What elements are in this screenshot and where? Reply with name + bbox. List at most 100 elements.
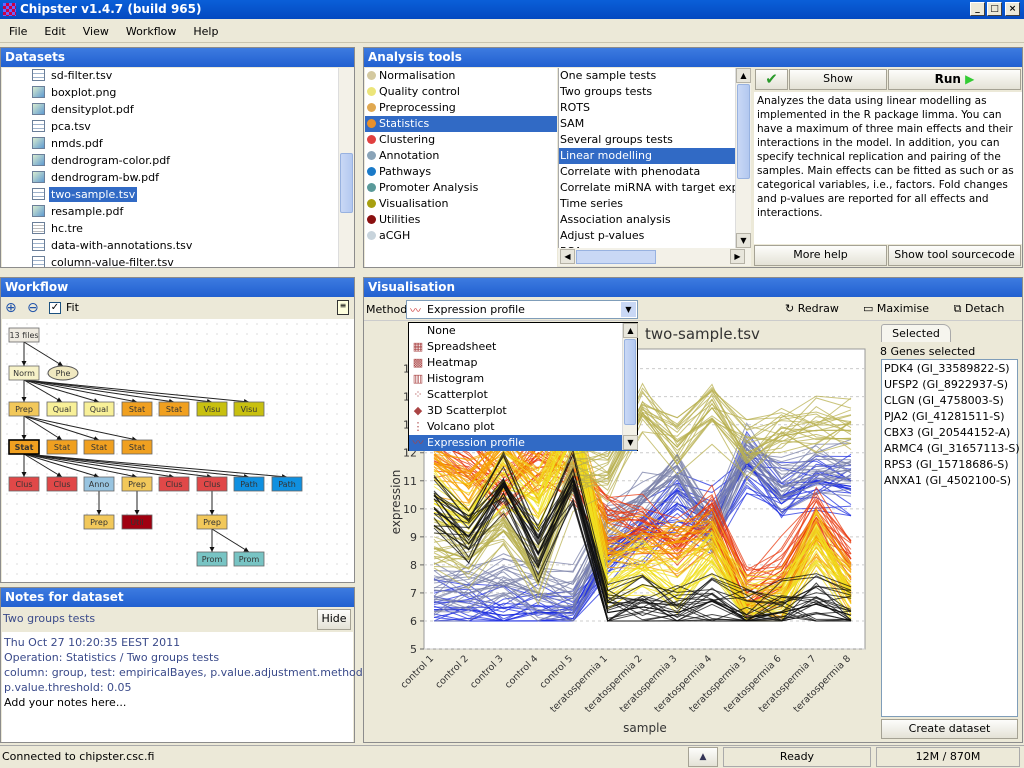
workflow-node[interactable]: Clus (8, 476, 40, 492)
more-help-button[interactable]: More help (754, 245, 887, 266)
category-item-normalisation[interactable]: Normalisation (365, 68, 557, 84)
workflow-node[interactable]: Stat (46, 439, 78, 455)
tool-item[interactable]: ROTS (559, 100, 735, 116)
workflow-node[interactable]: Clus (46, 476, 78, 492)
gene-item[interactable]: UFSP2 (GI_8922937-S) (884, 377, 1015, 393)
gene-item[interactable]: RPS3 (GI_15718686-S) (884, 457, 1015, 473)
category-item-preprocessing[interactable]: Preprocessing (365, 100, 557, 116)
fit-checkbox[interactable]: ✓ (49, 302, 61, 314)
gene-item[interactable]: PJA2 (GI_41281511-S) (884, 409, 1015, 425)
category-item-clustering[interactable]: Clustering (365, 132, 557, 148)
dataset-item[interactable]: column-value-filter.tsv (32, 255, 338, 267)
scroll-down-arrow-icon[interactable]: ▼ (623, 435, 638, 450)
workflow-node[interactable]: Stat (121, 401, 153, 417)
close-button[interactable]: × (1005, 2, 1020, 16)
menu-file[interactable]: File (0, 20, 35, 38)
category-item-quality-control[interactable]: Quality control (365, 84, 557, 100)
notes-textarea[interactable]: Thu Oct 27 10:20:35 EEST 2011 Operation:… (2, 632, 389, 742)
workflow-node[interactable]: Clus (158, 476, 190, 492)
hide-button[interactable]: Hide (317, 609, 351, 630)
dataset-item[interactable]: dendrogram-bw.pdf (32, 170, 338, 187)
dataset-item[interactable]: pca.tsv (32, 119, 338, 136)
method-option[interactable]: ⋮ Volcano plot (409, 419, 637, 435)
workflow-node[interactable]: Stat (83, 439, 115, 455)
gene-item[interactable]: CBX3 (GI_20544152-A) (884, 425, 1015, 441)
scroll-down-arrow-icon[interactable]: ▼ (736, 233, 751, 248)
workflow-node[interactable]: Stat (158, 401, 190, 417)
method-option[interactable]: None (409, 323, 637, 339)
zoom-out-icon[interactable]: ⊖ (27, 300, 39, 316)
detach-button[interactable]: ⧉ Detach (938, 299, 1020, 320)
tool-item[interactable]: Adjust p-values (559, 228, 735, 244)
category-item-visualisation[interactable]: Visualisation (365, 196, 557, 212)
gene-item[interactable]: ANXA1 (GI_4502100-S) (884, 473, 1015, 489)
workflow-node[interactable]: Prep (121, 476, 153, 492)
dataset-item[interactable]: resample.pdf (32, 204, 338, 221)
menu-workflow[interactable]: Workflow (117, 20, 185, 38)
maximize-button[interactable]: □ (987, 2, 1002, 16)
category-item-statistics[interactable]: Statistics (365, 116, 557, 132)
tool-item[interactable]: SAM (559, 116, 735, 132)
scroll-up-arrow-icon[interactable]: ▲ (623, 323, 638, 338)
workflow-node[interactable]: Norm (8, 365, 40, 381)
tool-list-hscroll[interactable]: ◀ ▶ (558, 248, 751, 266)
tool-item[interactable]: Association analysis (559, 212, 735, 228)
maximise-button[interactable]: ▭ Maximise (856, 299, 936, 320)
workflow-node[interactable]: Visu (196, 401, 228, 417)
gene-item[interactable]: PDK4 (GI_33589822-S) (884, 361, 1015, 377)
category-item-acgh[interactable]: aCGH (365, 228, 557, 244)
workflow-node[interactable]: Util (121, 514, 153, 530)
workflow-graph[interactable]: 13 files Norm Phe Prep Qual Qual Stat Stat Visu V… (2, 319, 354, 582)
dataset-item[interactable]: sd-filter.tsv (32, 68, 338, 85)
menu-help[interactable]: Help (184, 20, 226, 38)
dataset-item[interactable]: two-sample.tsv (32, 187, 338, 204)
dataset-item[interactable]: boxplot.png (32, 85, 338, 102)
scroll-up-arrow-icon[interactable]: ▲ (736, 68, 751, 83)
dataset-item[interactable]: hc.tre (32, 221, 338, 238)
chevron-down-icon[interactable]: ▼ (621, 302, 636, 317)
tool-item[interactable]: Linear modelling (559, 148, 735, 164)
workflow-node[interactable]: Phe (47, 365, 79, 381)
tool-list-vscroll[interactable]: ▲ ▼ (735, 68, 751, 248)
tool-item[interactable]: Time series (559, 196, 735, 212)
workflow-node[interactable]: Qual (46, 401, 78, 417)
tool-item[interactable]: Two groups tests (559, 84, 735, 100)
workflow-node[interactable]: Path (233, 476, 265, 492)
method-option[interactable]: ▥ Histogram (409, 371, 637, 387)
workflow-node[interactable]: 13 files (8, 327, 40, 343)
method-select[interactable]: 〰 Expression profile ▼ (406, 300, 638, 319)
tool-item[interactable]: Correlate miRNA with target express (559, 180, 735, 196)
scroll-left-arrow-icon[interactable]: ◀ (560, 249, 575, 264)
method-option[interactable]: ◆ 3D Scatterplot (409, 403, 637, 419)
run-button[interactable]: Run ▶ (888, 69, 1021, 90)
dataset-item[interactable]: densityplot.pdf (32, 102, 338, 119)
workflow-node[interactable]: Stat (8, 439, 40, 455)
method-option[interactable]: ▦ Spreadsheet (409, 339, 637, 355)
tool-item[interactable]: Several groups tests (559, 132, 735, 148)
zoom-in-icon[interactable]: ⊕ (5, 300, 17, 316)
workflow-node[interactable]: Clus (196, 476, 228, 492)
workflow-node[interactable]: Prom (233, 551, 265, 567)
workflow-node[interactable]: Anno (83, 476, 115, 492)
dropdown-scrollbar[interactable]: ▲ ▼ (622, 323, 638, 450)
method-option[interactable]: ⁘ Scatterplot (409, 387, 637, 403)
dataset-item[interactable]: dendrogram-color.pdf (32, 153, 338, 170)
category-item-pathways[interactable]: Pathways (365, 164, 557, 180)
workflow-node[interactable]: Path (271, 476, 303, 492)
menu-view[interactable]: View (74, 20, 117, 38)
method-option[interactable]: ▩ Heatmap (409, 355, 637, 371)
workflow-node[interactable]: Prom (196, 551, 228, 567)
dataset-item[interactable]: nmds.pdf (32, 136, 338, 153)
datasets-scrollbar[interactable] (338, 68, 354, 267)
method-option[interactable]: 〰 Expression profile (409, 435, 637, 451)
workflow-node[interactable]: Stat (121, 439, 153, 455)
scroll-right-arrow-icon[interactable]: ▶ (730, 249, 745, 264)
tab-selected[interactable]: Selected (881, 324, 951, 342)
create-dataset-button[interactable]: Create dataset (881, 719, 1018, 739)
menu-edit[interactable]: Edit (35, 20, 73, 38)
category-item-utilities[interactable]: Utilities (365, 212, 557, 228)
tool-item[interactable]: One sample tests (559, 68, 735, 84)
tool-item[interactable]: Correlate with phenodata (559, 164, 735, 180)
minimize-button[interactable]: _ (970, 2, 985, 16)
dataset-item[interactable]: data-with-annotations.tsv (32, 238, 338, 255)
